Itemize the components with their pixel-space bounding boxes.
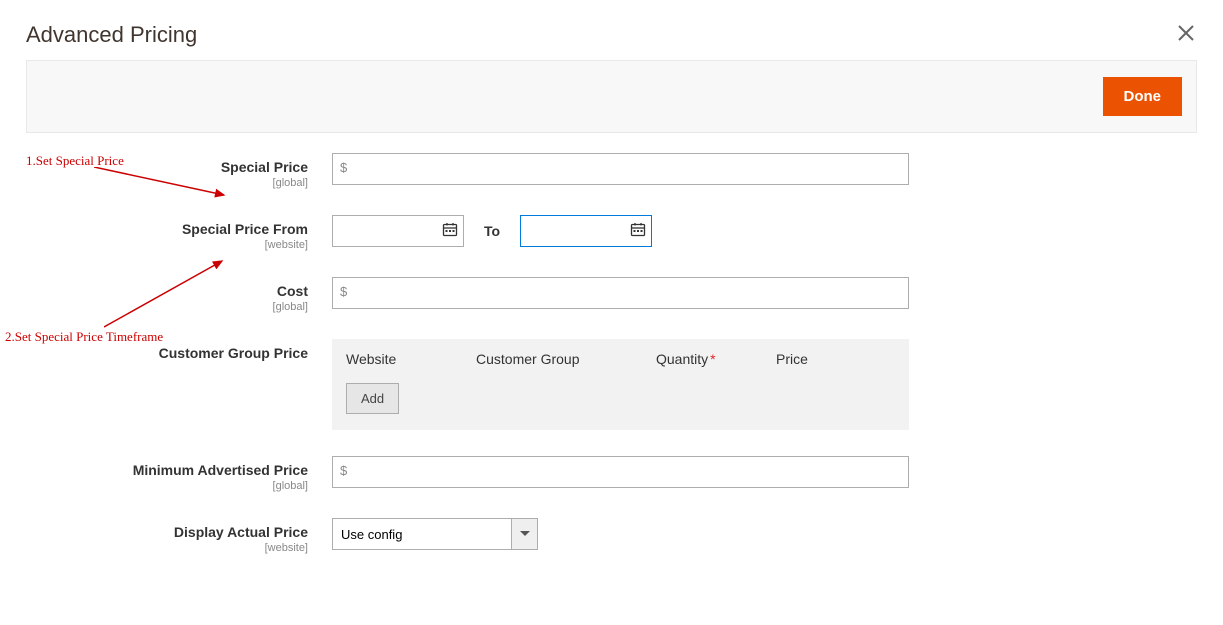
map-label: Minimum Advertised Price <box>133 462 308 478</box>
modal-header: Advanced Pricing <box>26 0 1197 60</box>
cost-input[interactable] <box>332 277 909 309</box>
required-mark: * <box>710 351 715 367</box>
advanced-pricing-modal: Advanced Pricing Done 1.Set Special Pric… <box>0 0 1223 554</box>
col-price: Price <box>776 351 895 367</box>
customer-group-price-label: Customer Group Price <box>159 345 308 361</box>
special-price-from-row: Special Price From [website] To <box>26 215 1197 251</box>
modal-title: Advanced Pricing <box>26 22 197 48</box>
currency-symbol: $ <box>340 463 347 478</box>
display-actual-label: Display Actual Price <box>174 524 308 540</box>
special-price-row: Special Price [global] $ <box>26 153 1197 189</box>
calendar-icon[interactable] <box>442 222 458 241</box>
map-input[interactable] <box>332 456 909 488</box>
map-scope: [global] <box>26 480 308 492</box>
customer-group-price-row: Customer Group Price Website Customer Gr… <box>26 339 1197 430</box>
cost-label: Cost <box>277 283 308 299</box>
customer-group-price-table: Website Customer Group Quantity* Price A… <box>332 339 909 430</box>
col-customer-group: Customer Group <box>476 351 656 367</box>
special-price-from-scope: [website] <box>26 239 308 251</box>
currency-symbol: $ <box>340 284 347 299</box>
map-row: Minimum Advertised Price [global] $ <box>26 456 1197 492</box>
display-actual-select[interactable] <box>332 518 512 550</box>
calendar-icon[interactable] <box>630 222 646 241</box>
col-quantity: Quantity* <box>656 351 776 367</box>
add-button[interactable]: Add <box>346 383 399 414</box>
close-icon <box>1177 24 1195 42</box>
special-price-input[interactable] <box>332 153 909 185</box>
special-price-from-label: Special Price From <box>182 221 308 237</box>
cost-scope: [global] <box>26 301 308 313</box>
cost-row: Cost [global] $ <box>26 277 1197 313</box>
close-button[interactable] <box>1175 22 1197 48</box>
chevron-down-icon <box>520 531 530 537</box>
special-price-label: Special Price <box>221 159 308 175</box>
action-bar: Done <box>26 60 1197 133</box>
to-label: To <box>480 223 504 239</box>
special-price-scope: [global] <box>26 177 308 189</box>
display-actual-row: Display Actual Price [website] <box>26 518 1197 554</box>
table-header: Website Customer Group Quantity* Price <box>332 339 909 375</box>
select-toggle-button[interactable] <box>512 518 538 550</box>
form-content: 1.Set Special Price 2.Set Special Price … <box>26 153 1197 554</box>
done-button[interactable]: Done <box>1103 77 1183 116</box>
currency-symbol: $ <box>340 160 347 175</box>
col-website: Website <box>346 351 476 367</box>
display-actual-scope: [website] <box>26 542 308 554</box>
